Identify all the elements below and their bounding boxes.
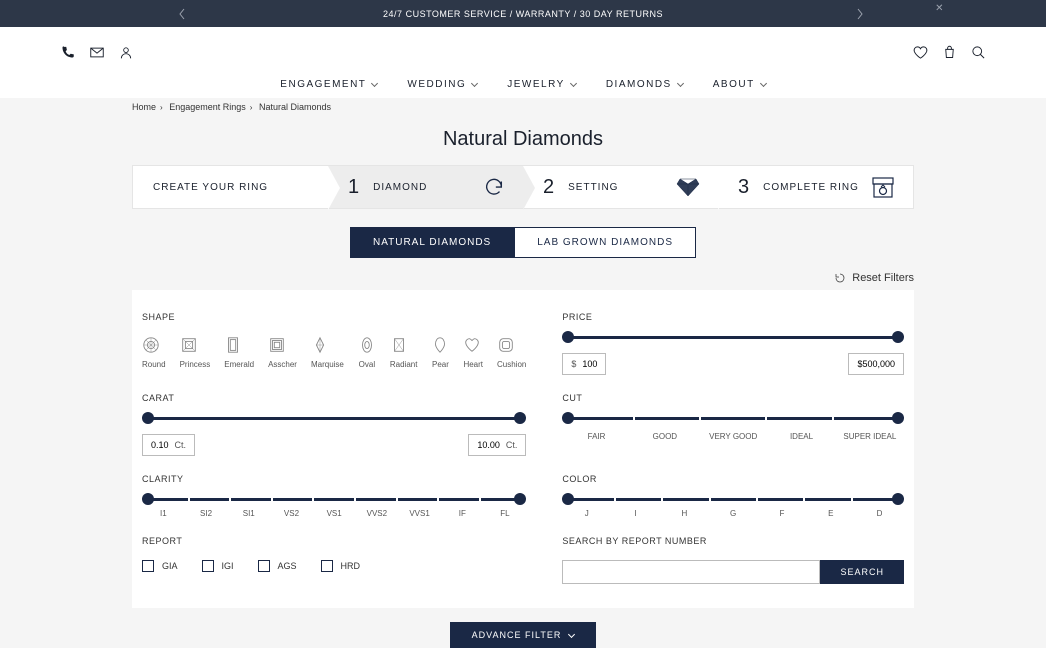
cut-slider-min-handle[interactable] — [562, 412, 574, 424]
carat-slider-min-handle[interactable] — [142, 412, 154, 424]
filter-cut: CUT FAIRGOODVERY GOODIDEALSUPER IDEAL — [562, 393, 904, 456]
breadcrumb: Home› Engagement Rings› Natural Diamonds — [0, 98, 1046, 112]
filter-price: PRICE $100 $500,000 — [562, 312, 904, 375]
report-check-hrd[interactable]: HRD — [321, 560, 361, 572]
clarity-slider[interactable] — [148, 498, 520, 501]
color-slider-max-handle[interactable] — [892, 493, 904, 505]
report-check-ags[interactable]: AGS — [258, 560, 297, 572]
announcement-prev-arrow[interactable] — [178, 8, 186, 20]
shape-heart[interactable]: Heart — [463, 336, 483, 369]
report-search-button[interactable]: SEARCH — [820, 560, 904, 584]
color-slider[interactable] — [568, 498, 898, 501]
wishlist-icon[interactable] — [913, 45, 928, 60]
filter-report: REPORT GIAIGIAGSHRD — [142, 536, 526, 584]
account-icon[interactable] — [119, 45, 133, 60]
tab-natural-diamonds[interactable]: NATURAL DIAMONDS — [350, 227, 514, 258]
step-complete-ring[interactable]: 3 COMPLETE RING — [718, 166, 913, 208]
shape-marquise[interactable]: Marquise — [311, 336, 344, 369]
announcement-bar: 24/7 CUSTOMER SERVICE / WARRANTY / 30 DA… — [0, 0, 1046, 27]
nav-jewelry[interactable]: JEWELRY — [507, 79, 576, 90]
nav-diamonds[interactable]: DIAMONDS — [606, 79, 683, 90]
nav-engagement[interactable]: ENGAGEMENT — [280, 79, 377, 90]
shape-asscher[interactable]: Asscher — [268, 336, 297, 369]
shape-oval[interactable]: Oval — [358, 336, 376, 369]
page-title: Natural Diamonds — [0, 112, 1046, 165]
filter-panel: SHAPE RoundPrincessEmeraldAsscherMarquis… — [132, 290, 914, 608]
color-slider-min-handle[interactable] — [562, 493, 574, 505]
carat-slider-max-handle[interactable] — [514, 412, 526, 424]
breadcrumb-current: Natural Diamonds — [259, 102, 331, 112]
filter-search-report: SEARCH BY REPORT NUMBER SEARCH — [562, 536, 904, 584]
refresh-icon[interactable] — [483, 176, 505, 198]
filter-clarity: CLARITY I1SI2SI1VS2VS1VVS2VVS1IFFL — [142, 474, 526, 518]
carat-slider[interactable] — [148, 417, 520, 420]
reset-icon — [834, 272, 846, 284]
price-slider-max-handle[interactable] — [892, 331, 904, 343]
shape-pear[interactable]: Pear — [431, 336, 449, 369]
advance-filter-button[interactable]: ADVANCE FILTER — [450, 622, 597, 648]
reset-filters[interactable]: Reset Filters — [132, 272, 914, 284]
tab-lab-grown-diamonds[interactable]: LAB GROWN DIAMONDS — [514, 227, 696, 258]
price-max-input[interactable]: $500,000 — [848, 353, 904, 375]
breadcrumb-engagement-rings[interactable]: Engagement Rings — [169, 102, 246, 112]
clarity-slider-min-handle[interactable] — [142, 493, 154, 505]
announcement-next-arrow[interactable] — [856, 8, 864, 20]
search-icon[interactable] — [971, 45, 986, 60]
email-icon[interactable] — [89, 45, 105, 60]
header: ENGAGEMENT WEDDING JEWELRY DIAMONDS ABOU… — [0, 27, 1046, 98]
nav-wedding[interactable]: WEDDING — [407, 79, 477, 90]
clarity-slider-max-handle[interactable] — [514, 493, 526, 505]
report-check-gia[interactable]: GIA — [142, 560, 178, 572]
shape-princess[interactable]: Princess — [180, 336, 211, 369]
shape-emerald[interactable]: Emerald — [224, 336, 254, 369]
cart-icon[interactable] — [942, 45, 957, 60]
shape-cushion[interactable]: Cushion — [497, 336, 526, 369]
breadcrumb-home[interactable]: Home — [132, 102, 156, 112]
step-setting[interactable]: 2 SETTING — [523, 166, 718, 208]
ring-box-icon — [871, 176, 895, 198]
diamond-icon — [676, 177, 700, 197]
shape-radiant[interactable]: Radiant — [390, 336, 418, 369]
step-create-your-ring: CREATE YOUR RING — [133, 166, 328, 208]
report-check-igi[interactable]: IGI — [202, 560, 234, 572]
price-slider[interactable] — [568, 336, 898, 339]
cut-slider[interactable] — [568, 417, 898, 420]
cut-slider-max-handle[interactable] — [892, 412, 904, 424]
main-nav: ENGAGEMENT WEDDING JEWELRY DIAMONDS ABOU… — [60, 67, 986, 98]
nav-about[interactable]: ABOUT — [713, 79, 766, 90]
filter-shape: SHAPE RoundPrincessEmeraldAsscherMarquis… — [142, 312, 526, 375]
announcement-close-icon[interactable]: ✕ — [935, 3, 944, 14]
filter-color: COLOR JIHGFED — [562, 474, 904, 518]
shape-round[interactable]: Round — [142, 336, 166, 369]
phone-icon[interactable] — [60, 45, 75, 60]
carat-max-input[interactable]: 10.00Ct. — [468, 434, 526, 456]
filter-carat: CARAT 0.10Ct. 10.00Ct. — [142, 393, 526, 456]
step-diamond[interactable]: 1 DIAMOND — [328, 166, 523, 208]
diamond-type-tabs: NATURAL DIAMONDS LAB GROWN DIAMONDS — [0, 227, 1046, 258]
price-min-input[interactable]: $100 — [562, 353, 606, 375]
announcement-text: 24/7 CUSTOMER SERVICE / WARRANTY / 30 DA… — [383, 9, 663, 19]
carat-min-input[interactable]: 0.10Ct. — [142, 434, 195, 456]
ring-builder-steps: CREATE YOUR RING 1 DIAMOND 2 SETTING 3 C… — [132, 165, 914, 209]
price-slider-min-handle[interactable] — [562, 331, 574, 343]
report-number-input[interactable] — [562, 560, 820, 584]
